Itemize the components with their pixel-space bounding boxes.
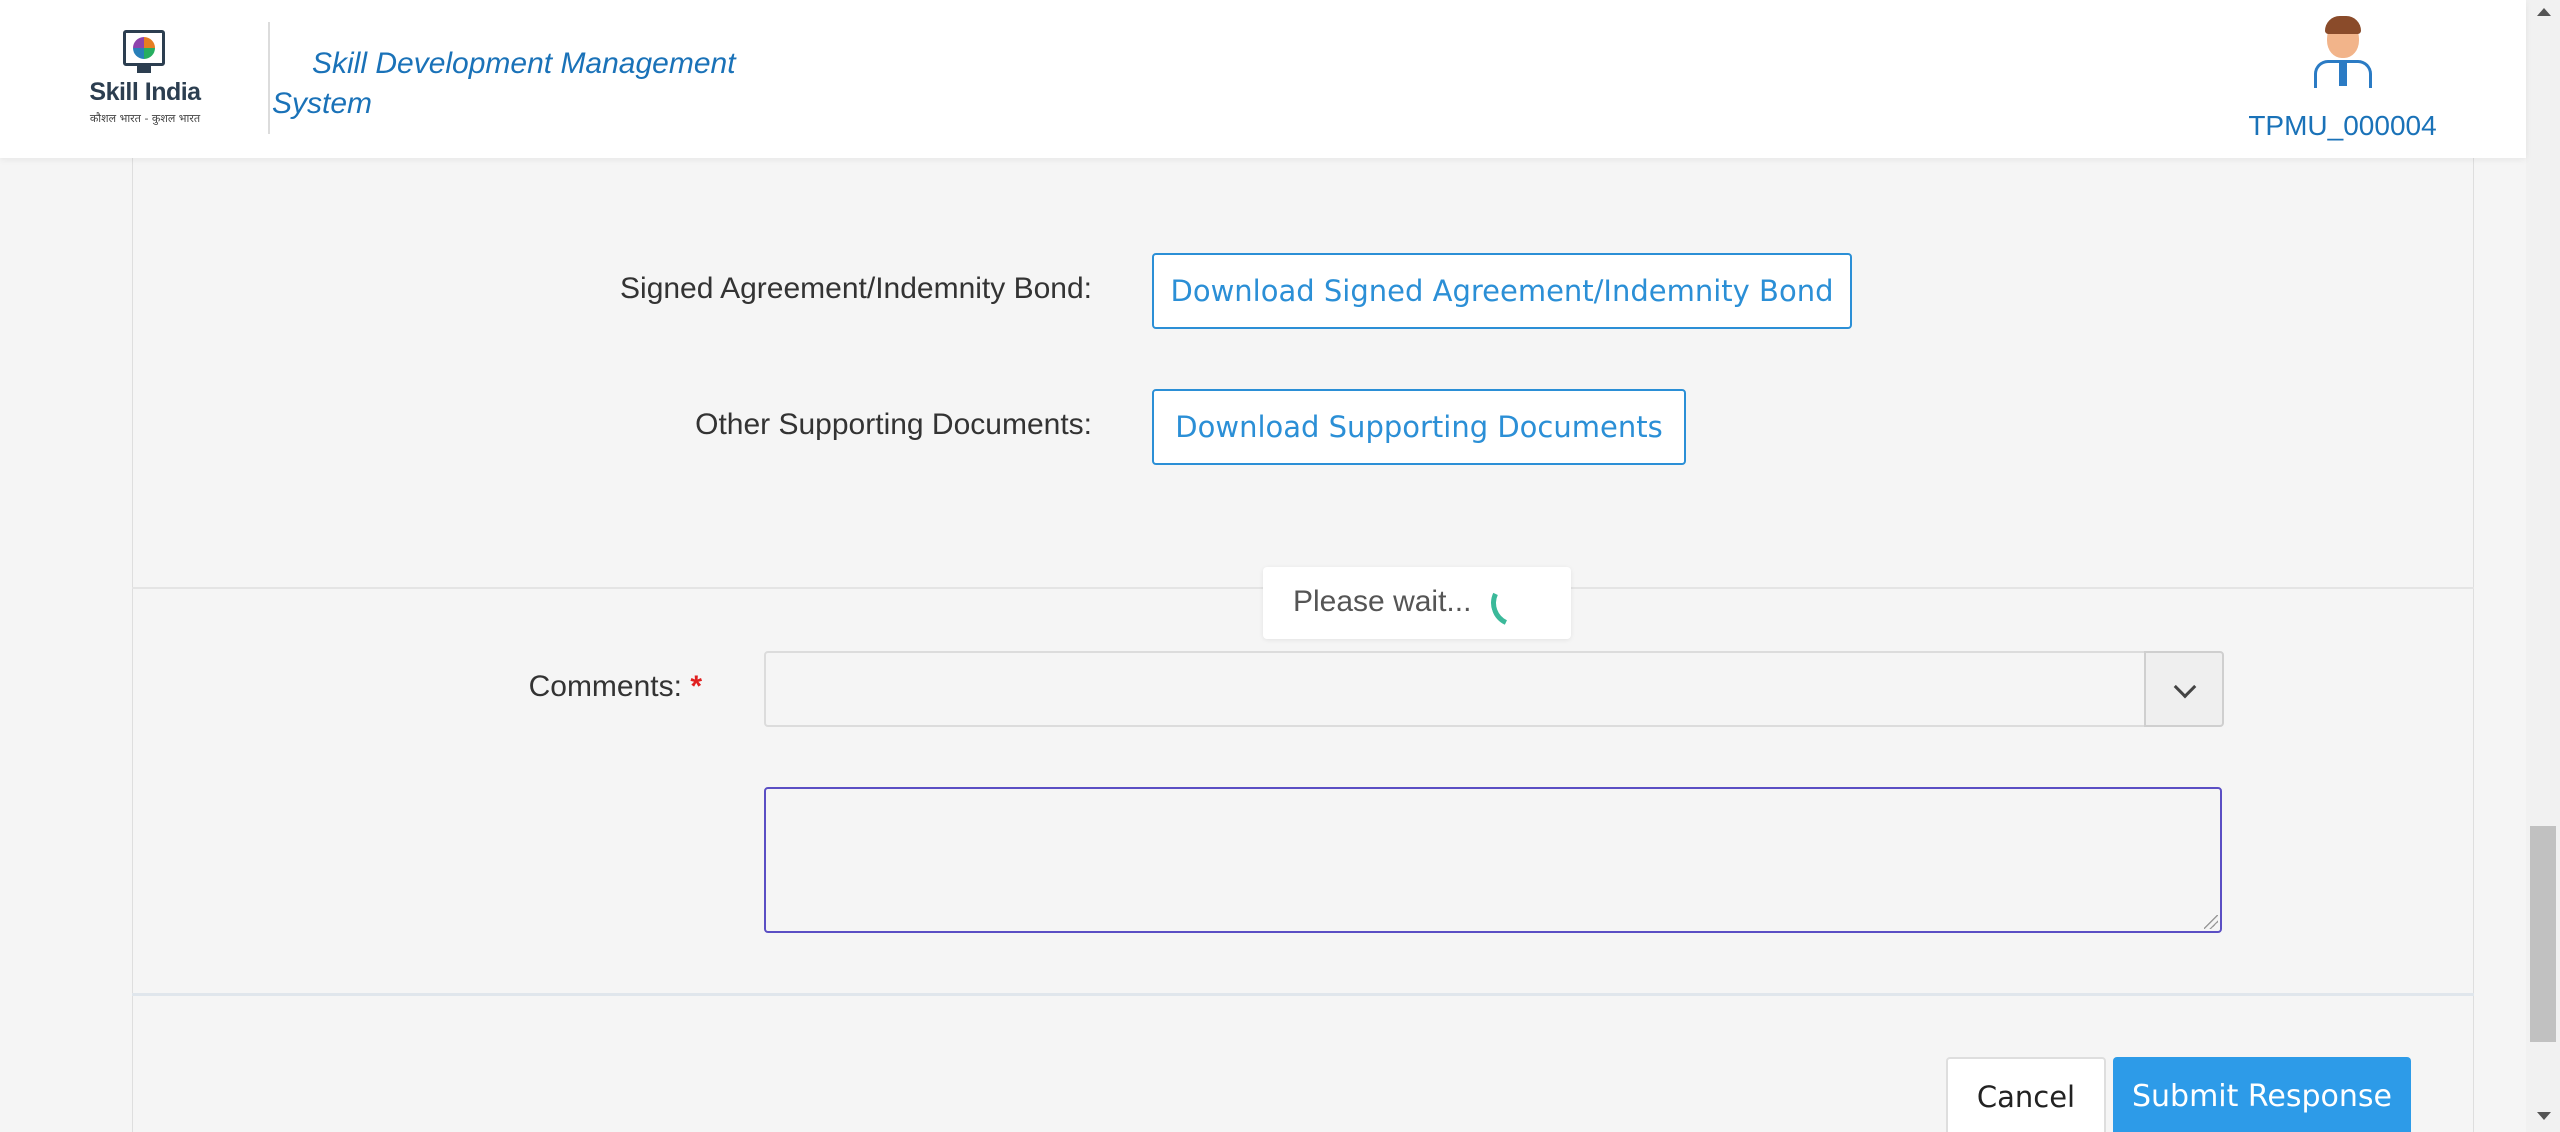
required-mark: * <box>690 670 702 703</box>
loading-text: Please wait... <box>1293 585 1472 618</box>
cancel-button[interactable]: Cancel <box>1946 1057 2106 1132</box>
download-supporting-docs-button[interactable]: Download Supporting Documents <box>1152 389 1686 465</box>
comments-label: Comments: * <box>400 670 702 704</box>
user-avatar-icon[interactable] <box>2310 16 2376 88</box>
chevron-down-icon <box>2173 675 2197 699</box>
signed-agreement-label: Signed Agreement/Indemnity Bond: <box>620 272 1092 305</box>
supporting-docs-label: Other Supporting Documents: <box>695 408 1092 441</box>
logo-tagline: कौशल भारत - कुशल भारत <box>89 112 201 125</box>
skill-india-logo[interactable]: Skill India कौशल भारत - कुशल भारत <box>80 28 210 132</box>
select-dropdown-button[interactable] <box>2144 651 2224 727</box>
logo-text: Skill India <box>89 78 201 106</box>
comments-label-text: Comments: <box>528 670 682 703</box>
app-title: Skill Development Management System <box>272 47 736 120</box>
vertical-scrollbar[interactable] <box>2526 0 2560 1132</box>
scroll-up-arrow-icon[interactable] <box>2537 8 2551 16</box>
spinner-icon <box>1484 572 1546 634</box>
loading-indicator: Please wait... <box>1263 567 1571 639</box>
comments-select[interactable] <box>764 651 2224 727</box>
scrollbar-thumb[interactable] <box>2530 826 2556 1042</box>
app-header: Skill India कौशल भारत - कुशल भारत Skill … <box>0 0 2526 158</box>
submit-response-button[interactable]: Submit Response <box>2113 1057 2411 1132</box>
header-divider <box>268 22 270 134</box>
scroll-down-arrow-icon[interactable] <box>2537 1112 2551 1120</box>
comments-textarea[interactable] <box>764 787 2222 933</box>
resize-handle-icon[interactable] <box>2204 915 2218 929</box>
monitor-icon <box>123 30 165 73</box>
download-signed-agreement-button[interactable]: Download Signed Agreement/Indemnity Bond <box>1152 253 1852 329</box>
user-id[interactable]: TPMU_000004 <box>2240 110 2445 142</box>
footer-divider <box>132 993 2474 996</box>
